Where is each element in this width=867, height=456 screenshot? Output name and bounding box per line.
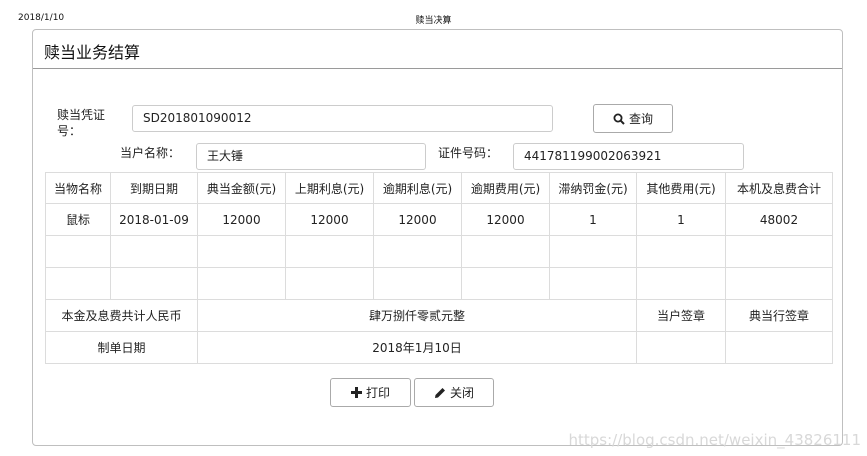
table-header: 本机及息费合计 [725, 172, 833, 204]
table-header: 逾期费用(元) [461, 172, 550, 204]
table-row-empty [45, 235, 833, 268]
search-button[interactable]: 查询 [593, 104, 673, 133]
id-number-input[interactable]: 441781199002063921 [513, 143, 744, 170]
table-cell: 12000 [285, 203, 374, 236]
table-cell [110, 267, 198, 300]
table-cell [285, 235, 374, 268]
print-button[interactable]: 打印 [330, 378, 411, 407]
table-row: 鼠标 2018-01-09 12000 12000 12000 12000 1 … [45, 203, 833, 236]
table-cell [461, 267, 550, 300]
table-cell: 12000 [461, 203, 550, 236]
date-label: 制单日期 [45, 331, 198, 364]
print-title: 赎当决算 [415, 16, 452, 26]
table-header: 滞纳罚金(元) [549, 172, 637, 204]
search-icon [613, 113, 625, 125]
table-cell [549, 267, 637, 300]
table-cell [197, 235, 286, 268]
table-cell: 12000 [197, 203, 286, 236]
table-cell [461, 235, 550, 268]
table-header: 其他费用(元) [636, 172, 726, 204]
settlement-panel: 赎当业务结算 赎当凭证 号： SD201801090012 查询 当户名称： 王… [32, 29, 843, 446]
table-cell: 1 [636, 203, 726, 236]
table-header: 逾期利息(元) [373, 172, 462, 204]
voucher-input[interactable]: SD201801090012 [132, 105, 553, 132]
total-label: 本金及息费共计人民币 [45, 299, 198, 332]
table-header: 上期利息(元) [285, 172, 374, 204]
table-row-empty [45, 267, 833, 300]
table-cell: 鼠标 [45, 203, 111, 236]
table-cell: 48002 [725, 203, 833, 236]
table-cell: 1 [549, 203, 637, 236]
shop-signature-label: 典当行签章 [725, 299, 833, 332]
table-cell [549, 235, 637, 268]
voucher-label: 赎当凭证 号： [57, 108, 106, 138]
panel-title: 赎当业务结算 [33, 30, 842, 69]
table-header: 当物名称 [45, 172, 111, 204]
customer-signature-cell [636, 331, 726, 364]
date-row: 制单日期 2018年1月10日 [45, 331, 833, 364]
watermark: https://blog.csdn.net/weixin_43826111 [568, 431, 861, 449]
table-cell [110, 235, 198, 268]
table-cell [725, 267, 833, 300]
id-label: 证件号码： [438, 146, 499, 160]
table-cell [45, 235, 111, 268]
total-row: 本金及息费共计人民币 肆万捌仟零贰元整 当户签章 典当行签章 [45, 299, 833, 332]
plus-icon [350, 387, 362, 398]
pawner-label: 当户名称： [120, 146, 181, 160]
close-button[interactable]: 关闭 [414, 378, 494, 407]
table-header: 典当金额(元) [197, 172, 286, 204]
table-cell [636, 235, 726, 268]
total-amount-words: 肆万捌仟零贰元整 [197, 299, 637, 332]
shop-signature-cell [725, 331, 833, 364]
customer-signature-label: 当户签章 [636, 299, 726, 332]
pawner-name-input[interactable]: 王大锤 [196, 143, 426, 170]
table-cell [197, 267, 286, 300]
table-cell [373, 267, 462, 300]
close-button-label: 关闭 [449, 386, 474, 400]
date-value: 2018年1月10日 [197, 331, 637, 364]
table-header: 到期日期 [110, 172, 198, 204]
pencil-icon [434, 387, 445, 398]
table-cell: 12000 [373, 203, 462, 236]
settlement-table: 当物名称 到期日期 典当金额(元) 上期利息(元) 逾期利息(元) 逾期费用(元… [45, 172, 833, 364]
table-header-row: 当物名称 到期日期 典当金额(元) 上期利息(元) 逾期利息(元) 逾期费用(元… [45, 172, 833, 204]
table-cell [373, 235, 462, 268]
table-cell [725, 235, 833, 268]
table-cell [285, 267, 374, 300]
table-cell: 2018-01-09 [110, 203, 198, 236]
table-cell [45, 267, 111, 300]
search-button-label: 查询 [628, 112, 653, 126]
print-button-label: 打印 [365, 386, 390, 400]
table-cell [636, 267, 726, 300]
